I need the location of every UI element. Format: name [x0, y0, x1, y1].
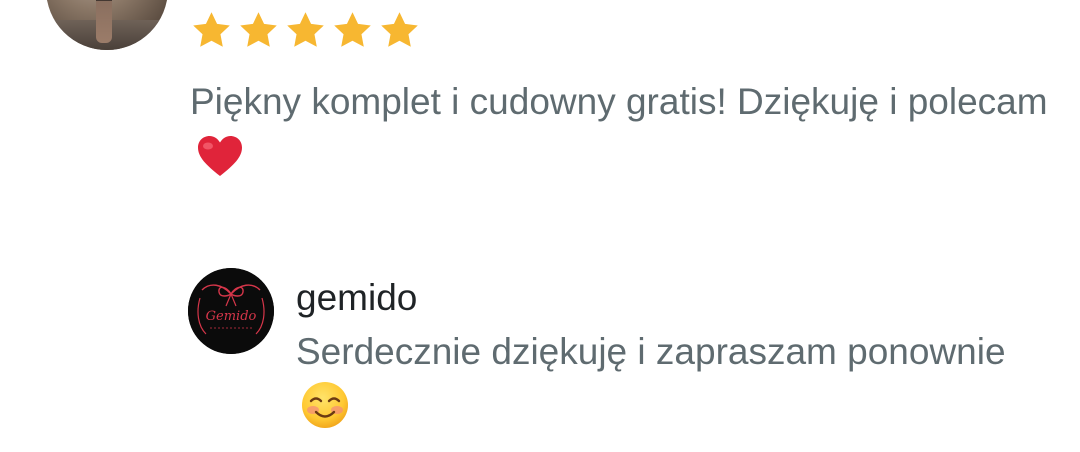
shop-logo-icon: Gemido — [188, 268, 274, 354]
smiling-face-emoji-icon — [302, 382, 348, 428]
shop-name[interactable]: gemido — [296, 276, 417, 320]
review-text: Piękny komplet i cudowny gratis! Dziękuj… — [190, 74, 1050, 186]
star-icon — [381, 12, 418, 47]
shop-logo-text: Gemido — [206, 309, 257, 324]
review-text-content: Piękny komplet i cudowny gratis! Dziękuj… — [190, 81, 1048, 122]
star-icon — [240, 12, 277, 47]
avatar-photo-figure — [96, 0, 112, 43]
reply-text-content: Serdecznie dziękuję i zapraszam ponownie — [296, 331, 1006, 372]
star-rating — [190, 9, 421, 52]
review-card: Piękny komplet i cudowny gratis! Dziękuj… — [0, 0, 1080, 452]
star-icon — [287, 12, 324, 47]
star-icon — [193, 12, 230, 47]
reviewer-avatar[interactable] — [46, 0, 168, 50]
shop-avatar[interactable]: Gemido — [188, 268, 274, 354]
heart-emoji-icon — [198, 136, 242, 176]
star-icon — [334, 12, 371, 47]
reply-text: Serdecznie dziękuję i zapraszam ponownie — [296, 324, 1056, 436]
